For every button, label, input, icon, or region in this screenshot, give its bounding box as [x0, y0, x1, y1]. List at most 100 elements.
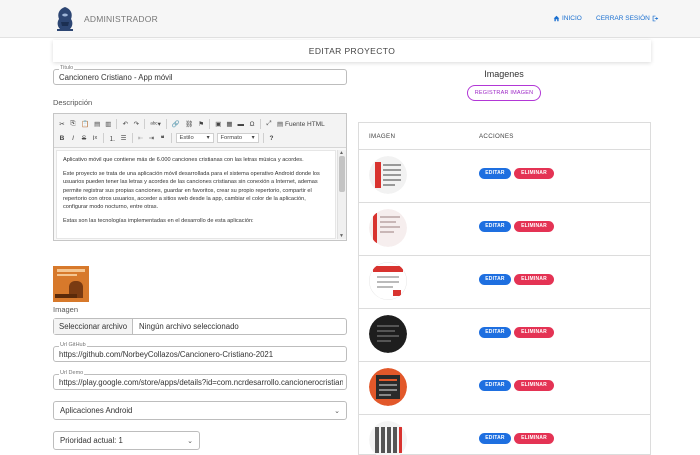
image-thumbnail[interactable] — [369, 262, 407, 300]
navbar: ADMINISTRADOR INICIO CERRAR SESIÓN — [0, 0, 700, 38]
horizontal-line-icon[interactable]: ▬ — [237, 119, 246, 130]
nav-home-link[interactable]: INICIO — [553, 15, 582, 22]
choose-file-button[interactable]: Seleccionar archivo — [54, 319, 134, 334]
toolbar-divider — [209, 119, 211, 129]
table-row: EDITAR ELIMINAR — [359, 309, 650, 362]
images-table: IMAGEN ACCIONES EDITAR ELIMINAR EDITAR E… — [358, 122, 651, 455]
description-editor[interactable]: ✂ ⎘ 📋 ▤ ▥ ↶ ↷ ᵃᵇᶜ▾ 🔗 ⛓ ⚑ ▣ ▦ ▬ Ω ⤢ ▤ Fue… — [53, 113, 347, 241]
column-header-image: IMAGEN — [369, 133, 396, 140]
paste-text-icon[interactable]: ▤ — [93, 119, 101, 130]
preview-heading-bar — [57, 269, 85, 272]
unlink-icon[interactable]: ⛓ — [184, 119, 194, 130]
toolbar-divider — [260, 119, 262, 129]
images-title: Imagenes — [484, 69, 524, 79]
nav-logout-label: CERRAR SESIÓN — [596, 15, 650, 22]
nav-home-label: INICIO — [562, 15, 582, 22]
priority-select[interactable]: Prioridad actual: 1 ⌄ — [53, 431, 200, 450]
copy-icon[interactable]: ⎘ — [69, 119, 77, 130]
editor-content[interactable]: Aplicativo móvil que contiene más de 6.0… — [56, 150, 336, 239]
strike-icon[interactable]: S — [80, 133, 88, 144]
table-row: EDITAR ELIMINAR — [359, 362, 650, 415]
chevron-down-icon: ⌄ — [187, 437, 193, 445]
format-select[interactable]: Formato ▾ — [216, 133, 259, 143]
cut-icon[interactable]: ✂ — [58, 119, 66, 130]
chevron-down-icon: ▾ — [206, 135, 210, 141]
image-thumbnail[interactable] — [369, 368, 407, 406]
style-select[interactable]: Estilo ▾ — [175, 133, 214, 143]
paste-icon[interactable]: 📋 — [80, 119, 90, 130]
description-paragraph: Aplicativo móvil que contiene más de 6.0… — [63, 157, 304, 163]
spellcheck-icon[interactable]: ᵃᵇᶜ▾ — [149, 119, 161, 130]
blockquote-icon[interactable]: ❝ — [159, 133, 167, 144]
bold-icon[interactable]: B — [58, 133, 66, 144]
delete-button[interactable]: ELIMINAR — [514, 433, 554, 444]
bullet-list-icon[interactable]: ☰ — [120, 133, 128, 144]
paste-word-icon[interactable]: ▥ — [104, 119, 112, 130]
delete-button[interactable]: ELIMINAR — [514, 327, 554, 338]
image-thumbnail[interactable] — [369, 315, 407, 353]
edit-button[interactable]: EDITAR — [479, 274, 511, 285]
editor-scrollbar[interactable]: ▲ ▼ — [337, 150, 346, 239]
source-button[interactable]: ▤ Fuente HTML — [276, 119, 326, 130]
numbered-list-icon[interactable]: ⒈ — [108, 133, 117, 144]
toolbar-divider — [170, 133, 172, 143]
source-icon: ▤ — [277, 121, 284, 128]
toolbar-divider — [165, 119, 167, 129]
github-url-label: Url GitHub — [59, 342, 87, 348]
delete-button[interactable]: ELIMINAR — [514, 221, 554, 232]
category-select[interactable]: Aplicaciones Android ⌄ — [53, 401, 347, 420]
table-row: EDITAR ELIMINAR — [359, 256, 650, 309]
edit-button[interactable]: EDITAR — [479, 433, 511, 444]
title-field-value: Cancionero Cristiano - App móvil — [59, 73, 173, 82]
source-label: Fuente HTML — [284, 120, 325, 128]
scrollbar-thumb[interactable] — [339, 156, 345, 192]
outdent-icon[interactable]: ⇤ — [137, 133, 145, 144]
category-select-value: Aplicaciones Android — [60, 406, 133, 415]
logo-icon[interactable] — [54, 6, 76, 32]
image-thumbnail[interactable] — [369, 421, 407, 455]
brand-title: ADMINISTRADOR — [84, 14, 158, 24]
toolbar-divider — [116, 119, 118, 129]
edit-button[interactable]: EDITAR — [479, 380, 511, 391]
image-file-input[interactable]: Seleccionar archivo Ningún archivo selec… — [53, 318, 347, 335]
redo-icon[interactable]: ↷ — [132, 119, 140, 130]
delete-button[interactable]: ELIMINAR — [514, 380, 554, 391]
undo-icon[interactable]: ↶ — [121, 119, 129, 130]
edit-button[interactable]: EDITAR — [479, 221, 511, 232]
preview-desk — [55, 294, 77, 298]
page-title: EDITAR PROYECTO — [53, 40, 651, 62]
github-url-field[interactable]: Url GitHub https://github.com/NorbeyColl… — [53, 342, 347, 362]
register-image-button[interactable]: REGISTRAR IMAGEN — [467, 85, 541, 101]
demo-url-field[interactable]: Url Demo https://play.google.com/store/a… — [53, 370, 347, 390]
link-icon[interactable]: 🔗 — [171, 119, 181, 130]
logout-icon — [652, 15, 659, 22]
anchor-icon[interactable]: ⚑ — [197, 119, 205, 130]
image-label: Imagen — [53, 305, 79, 314]
indent-icon[interactable]: ⇥ — [148, 133, 156, 144]
image-thumbnail[interactable] — [369, 209, 407, 247]
table-icon[interactable]: ▦ — [225, 119, 233, 130]
project-image-preview — [53, 266, 89, 302]
title-field[interactable]: Titulo Cancionero Cristiano - App móvil — [53, 65, 347, 85]
table-row: EDITAR ELIMINAR — [359, 415, 650, 455]
toolbar-divider — [131, 133, 133, 143]
edit-button[interactable]: EDITAR — [479, 327, 511, 338]
toolbar-divider — [103, 133, 104, 143]
scroll-down-icon[interactable]: ▼ — [339, 233, 344, 239]
remove-format-icon[interactable]: Ix — [91, 133, 99, 144]
edit-button[interactable]: EDITAR — [479, 168, 511, 179]
editor-toolbar: ✂ ⎘ 📋 ▤ ▥ ↶ ↷ ᵃᵇᶜ▾ 🔗 ⛓ ⚑ ▣ ▦ ▬ Ω ⤢ ▤ Fue… — [54, 114, 346, 148]
special-char-icon[interactable]: Ω — [248, 119, 256, 130]
demo-url-label: Url Demo — [59, 370, 85, 376]
delete-button[interactable]: ELIMINAR — [514, 168, 554, 179]
delete-button[interactable]: ELIMINAR — [514, 274, 554, 285]
image-icon[interactable]: ▣ — [214, 119, 222, 130]
maximize-icon[interactable]: ⤢ — [265, 119, 273, 130]
table-row: EDITAR ELIMINAR — [359, 150, 650, 203]
help-icon[interactable]: ? — [268, 133, 276, 144]
nav-logout-link[interactable]: CERRAR SESIÓN — [596, 15, 659, 22]
toolbar-divider — [144, 119, 146, 129]
italic-icon[interactable]: I — [69, 133, 77, 144]
priority-select-value: Prioridad actual: 1 — [60, 436, 123, 445]
image-thumbnail[interactable] — [369, 156, 407, 194]
